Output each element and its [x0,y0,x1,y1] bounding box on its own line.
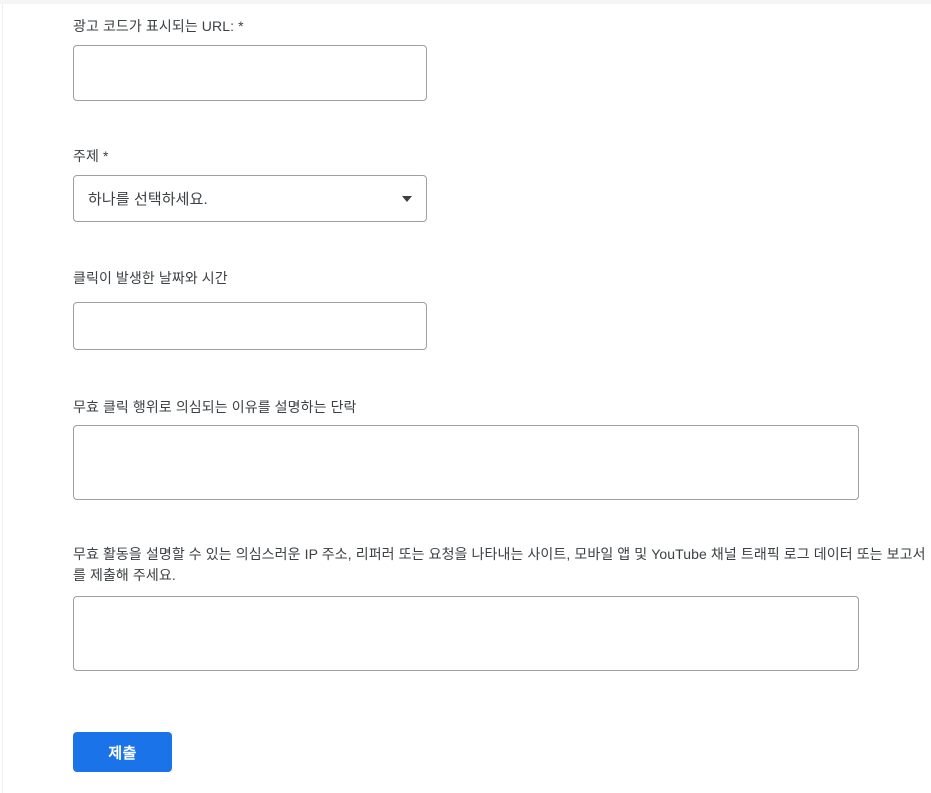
field-traffic-log-data: 무효 활동을 설명할 수 있는 의심스러운 IP 주소, 리퍼러 또는 요청을 … [73,544,931,671]
field-ad-code-url: 광고 코드가 표시되는 URL: * [73,16,427,101]
chevron-down-icon [402,195,412,202]
field-label-click-datetime: 클릭이 발생한 날짜와 시간 [73,270,228,286]
page-left-rule [2,4,3,793]
field-label-topic: 주제 * [73,148,109,164]
field-click-datetime: 클릭이 발생한 날짜와 시간 [73,268,427,350]
traffic-log-data-textarea[interactable] [73,596,859,671]
topic-select[interactable]: 하나를 선택하세요. [73,175,427,222]
click-datetime-input[interactable] [73,302,427,350]
field-reason-paragraph: 무효 클릭 행위로 의심되는 이유를 설명하는 단락 [73,397,859,500]
field-topic: 주제 * 하나를 선택하세요. [73,146,427,222]
field-label-ad-code-url: 광고 코드가 표시되는 URL: * [73,18,244,34]
reason-paragraph-textarea[interactable] [73,425,859,500]
page-top-strip [0,0,931,4]
field-label-reason-paragraph: 무효 클릭 행위로 의심되는 이유를 설명하는 단락 [73,399,357,415]
field-label-traffic-log-data: 무효 활동을 설명할 수 있는 의심스러운 IP 주소, 리퍼러 또는 요청을 … [73,546,926,583]
submit-button[interactable]: 제출 [73,732,172,772]
topic-select-value: 하나를 선택하세요. [88,191,208,208]
ad-code-url-input[interactable] [73,45,427,101]
